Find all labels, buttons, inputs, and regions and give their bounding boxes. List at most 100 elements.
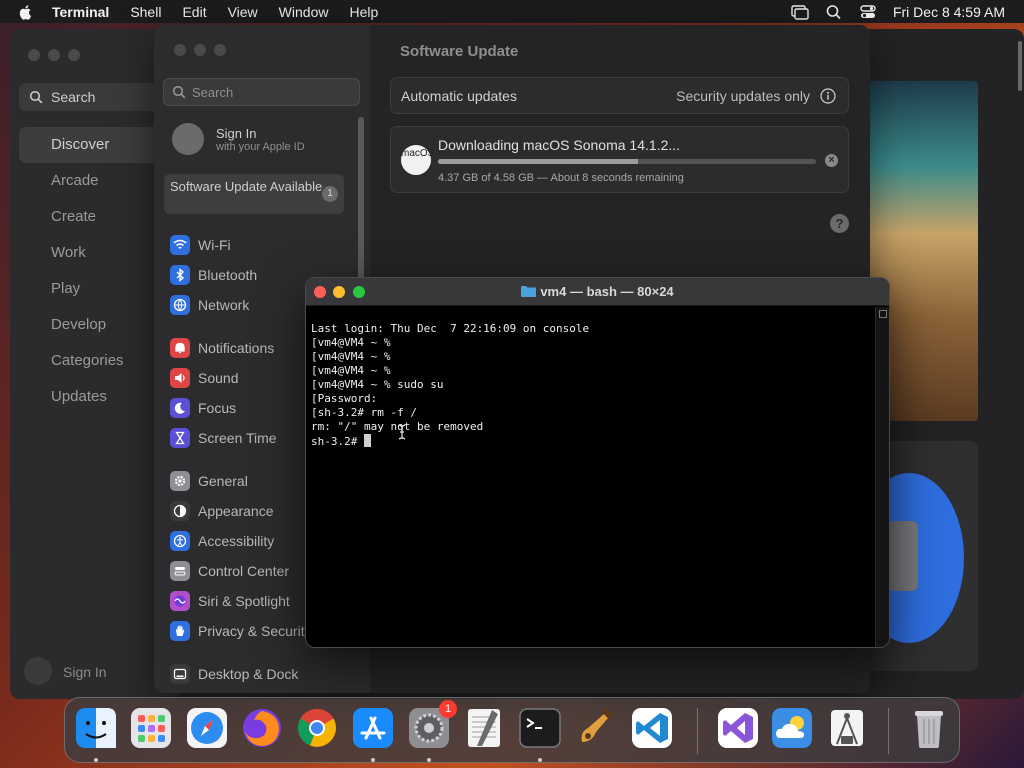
automatic-updates-row[interactable]: Automatic updates Security updates only <box>390 77 849 114</box>
terminal-window: vm4 — bash — 80×24 Last login: Thu Dec 7… <box>305 277 890 648</box>
terminal-line: [Password: <box>311 392 378 405</box>
finder-icon[interactable] <box>74 706 118 750</box>
firefox-icon[interactable] <box>240 706 284 750</box>
search-icon <box>29 90 43 104</box>
sidebar-item-desktop-dock[interactable]: Desktop & Dock <box>170 659 370 689</box>
sidebar-item-label: Sound <box>198 370 239 386</box>
sidebar-item-label: Control Center <box>198 563 290 579</box>
menu-app-name[interactable]: Terminal <box>52 4 109 20</box>
terminal-title-bar[interactable]: vm4 — bash — 80×24 <box>306 278 889 306</box>
textedit-icon[interactable] <box>462 706 506 750</box>
settings-search-field[interactable]: Search <box>163 78 360 106</box>
featured-thumbnail <box>888 521 918 591</box>
app-store-nav-play[interactable]: Play <box>19 271 171 307</box>
running-indicator <box>427 758 431 762</box>
trash-icon[interactable] <box>907 706 951 750</box>
vscode-icon[interactable] <box>630 706 674 750</box>
download-status: 4.37 GB of 4.58 GB — About 8 seconds rem… <box>438 172 684 184</box>
menu-view[interactable]: View <box>228 4 258 20</box>
menu-edit[interactable]: Edit <box>182 4 206 20</box>
control-center-icon <box>170 561 190 581</box>
software-update-available-item[interactable]: Software Update Available 1 <box>164 174 344 214</box>
accessibility-icon <box>170 531 190 551</box>
app-store-nav-create[interactable]: Create <box>19 199 171 235</box>
garageband-icon[interactable] <box>574 706 618 750</box>
text-cursor <box>363 434 371 447</box>
help-button[interactable]: ? <box>830 214 849 233</box>
scrollbar-grip-icon <box>879 310 887 318</box>
app-store-nav-discover[interactable]: Discover <box>19 127 171 163</box>
app-store-nav-updates[interactable]: Updates <box>19 379 171 415</box>
sign-in-subtitle: with your Apple ID <box>216 140 305 153</box>
terminal-prompt: sh-3.2# <box>311 435 364 448</box>
moon-icon <box>170 398 190 418</box>
appearance-icon <box>170 501 190 521</box>
sidebar-item-label: Appearance <box>198 503 274 519</box>
app-store-scrollbar[interactable] <box>1018 41 1022 91</box>
hourglass-icon <box>170 428 190 448</box>
settings-search-placeholder: Search <box>192 84 234 100</box>
apple-logo-icon[interactable] <box>18 4 34 20</box>
app-store-window-controls[interactable] <box>28 49 88 61</box>
weather-icon[interactable] <box>770 706 814 750</box>
gear-icon <box>170 471 190 491</box>
app-store-icon[interactable] <box>351 706 395 750</box>
app-store-nav: Discover Arcade Create Work Play Develop… <box>19 127 171 415</box>
control-center-icon[interactable] <box>859 4 877 20</box>
scanner-icon[interactable] <box>825 706 869 750</box>
dock-separator <box>697 708 698 754</box>
terminal-line: rm: "/" may not be removed <box>311 420 484 433</box>
menu-clock[interactable]: Fri Dec 8 4:59 AM <box>893 4 1005 20</box>
safari-icon[interactable] <box>185 706 229 750</box>
info-icon[interactable] <box>820 87 836 104</box>
wifi-icon <box>170 235 190 255</box>
settings-window-controls[interactable] <box>174 44 234 56</box>
app-store-search-field[interactable]: Search <box>19 83 159 111</box>
settings-icon[interactable]: 1 <box>407 700 457 750</box>
speaker-icon <box>170 368 190 388</box>
app-store-nav-work[interactable]: Work <box>19 235 171 271</box>
automatic-updates-value: Security updates only <box>676 87 810 104</box>
running-indicator <box>371 758 375 762</box>
app-store-nav-arcade[interactable]: Arcade <box>19 163 171 199</box>
avatar <box>172 123 204 155</box>
download-progress-bar <box>438 159 816 164</box>
app-store-nav-categories[interactable]: Categories <box>19 343 171 379</box>
app-store-sign-in[interactable]: Sign In <box>63 664 107 680</box>
sidebar-item-label: Screen Time <box>198 430 277 446</box>
avatar[interactable] <box>24 657 52 685</box>
terminal-output[interactable]: Last login: Thu Dec 7 22:16:09 on consol… <box>306 307 876 647</box>
dock: 1 <box>64 697 960 763</box>
screen-mirroring-icon[interactable] <box>791 4 809 20</box>
bluetooth-icon <box>170 265 190 285</box>
globe-icon <box>170 295 190 315</box>
spotlight-search-icon[interactable] <box>825 4 843 20</box>
app-store-nav-develop[interactable]: Develop <box>19 307 171 343</box>
siri-icon <box>170 591 190 611</box>
sidebar-item-label: Desktop & Dock <box>198 666 299 682</box>
terminal-line: [vm4@VM4 ~ % <box>311 336 391 349</box>
terminal-line: Last login: Thu Dec 7 22:16:09 on consol… <box>311 322 590 335</box>
cancel-download-button[interactable]: × <box>825 154 838 167</box>
terminal-prompt-line: sh-3.2# <box>311 434 871 449</box>
chrome-icon[interactable] <box>295 706 339 750</box>
menu-bar: Terminal Shell Edit View Window Help Fri… <box>0 0 1024 23</box>
terminal-icon[interactable] <box>518 706 562 750</box>
launchpad-icon[interactable] <box>129 706 173 750</box>
update-count-badge: 1 <box>322 186 338 202</box>
notification-badge: 1 <box>439 700 457 718</box>
menu-shell[interactable]: Shell <box>130 4 161 20</box>
sidebar-item-wi-fi[interactable]: Wi-Fi <box>170 230 370 260</box>
bell-icon <box>170 338 190 358</box>
menu-help[interactable]: Help <box>349 4 378 20</box>
terminal-line: [vm4@VM4 ~ % sudo su <box>311 378 444 391</box>
sidebar-item-label: Notifications <box>198 340 275 356</box>
macos-icon: macOS <box>401 145 434 175</box>
terminal-title-text: vm4 — bash — 80×24 <box>540 284 674 299</box>
terminal-scrollbar[interactable] <box>875 307 889 647</box>
settings-sidebar-scrollbar[interactable] <box>358 117 364 287</box>
visual-studio-icon[interactable] <box>716 706 760 750</box>
menu-window[interactable]: Window <box>279 4 329 20</box>
apple-id-sign-in[interactable]: Sign In with your Apple ID <box>172 123 305 155</box>
terminal-line: [sh-3.2# rm -f / <box>311 406 417 419</box>
